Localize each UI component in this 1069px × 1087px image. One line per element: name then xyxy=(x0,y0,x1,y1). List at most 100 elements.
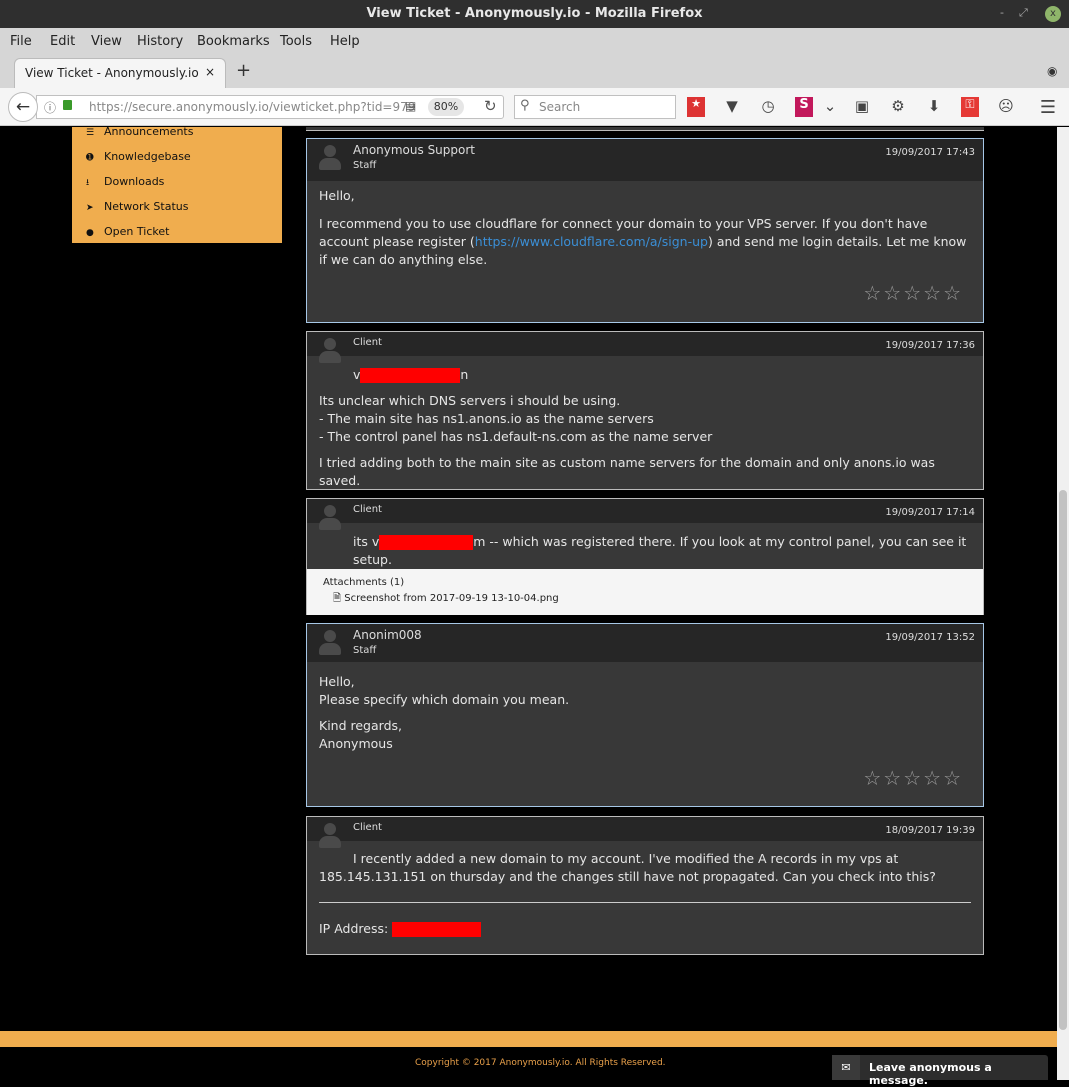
menu-view[interactable]: View xyxy=(91,34,122,49)
reply-text: Hello, xyxy=(319,188,355,203)
ticket-reply: Client 19/09/2017 17:36 v n Its unclear w… xyxy=(306,331,984,490)
sidebar-item-downloads[interactable]: ⭳ Downloads xyxy=(86,175,164,191)
sidebar-item-knowledgebase[interactable]: ➊ Knowledgebase xyxy=(86,150,191,163)
previous-card-edge xyxy=(306,127,984,131)
menu-history[interactable]: History xyxy=(137,34,183,49)
s-addon-icon[interactable]: S xyxy=(795,97,813,117)
close-tab-icon[interactable]: × xyxy=(205,65,215,79)
lock-icon xyxy=(63,100,72,110)
sidebar-item-open-ticket[interactable]: ● Open Ticket xyxy=(86,225,169,238)
gear-icon[interactable]: ⚙ xyxy=(889,97,907,117)
sidebar-label: Network Status xyxy=(104,200,189,213)
face-addon-icon[interactable]: ☹ xyxy=(997,97,1015,117)
reply-role: Staff xyxy=(353,645,377,656)
avatar xyxy=(319,145,341,171)
minimize-button[interactable]: - xyxy=(1000,6,1004,19)
avatar xyxy=(319,505,341,531)
redaction xyxy=(392,922,482,937)
back-button[interactable]: ← xyxy=(8,92,38,122)
sidebar-label: Downloads xyxy=(104,175,165,188)
footer-bar xyxy=(0,1031,1057,1047)
menu-bookmarks[interactable]: Bookmarks xyxy=(197,34,270,49)
menu-edit[interactable]: Edit xyxy=(50,34,75,49)
avatar xyxy=(319,338,341,364)
window-title: View Ticket - Anonymously.io - Mozilla F… xyxy=(0,0,1069,28)
zoom-level[interactable]: 80% xyxy=(428,98,464,116)
chevron-down-icon[interactable]: ⌄ xyxy=(821,97,839,117)
reply-text: Please specify which domain you mean. xyxy=(319,692,570,707)
search-icon: ⚲ xyxy=(520,98,530,113)
attachments-title: Attachments (1) xyxy=(323,577,405,588)
list-icon: ☰ xyxy=(86,128,95,138)
download-arrow-icon[interactable]: ⬇ xyxy=(925,97,943,117)
hamburger-menu-icon[interactable]: ☰ xyxy=(1039,97,1057,118)
addon-icon[interactable]: ★ xyxy=(687,97,705,117)
ticket-reply: Anonim008 Staff 19/09/2017 13:52 Hello, … xyxy=(306,623,984,807)
info-icon: ➊ xyxy=(86,153,94,163)
reply-text: I recently added a new domain to my acco… xyxy=(319,851,936,884)
reply-author: Anonim008 xyxy=(353,628,422,642)
menu-tools[interactable]: Tools xyxy=(280,34,312,49)
ticket-reply: Client 18/09/2017 19:39 I recently added… xyxy=(306,816,984,955)
reply-author: Client xyxy=(353,337,382,348)
attachment-filename: Screenshot from 2017-09-19 13-10-04.png xyxy=(344,593,559,604)
sidebar-item-network-status[interactable]: ➤ Network Status xyxy=(86,200,188,213)
reply-date: 19/09/2017 13:52 xyxy=(885,632,975,643)
redaction xyxy=(379,535,474,550)
reply-text: Its unclear which DNS servers i should b… xyxy=(319,393,621,408)
attachment-link[interactable]: 🗎 Screenshot from 2017-09-19 13-10-04.pn… xyxy=(333,591,559,608)
copyright: Copyright © 2017 Anonymously.io. All Rig… xyxy=(415,1058,666,1068)
menu-file[interactable]: File xyxy=(10,34,32,49)
ticket-reply: Anonymous Support Staff 19/09/2017 17:43… xyxy=(306,138,984,323)
text: its v xyxy=(353,534,380,549)
file-icon: 🗎 xyxy=(333,593,342,604)
tab-view-ticket[interactable]: View Ticket - Anonymously.io × xyxy=(14,58,226,88)
reply-author: Client xyxy=(353,822,382,833)
sidebar-label: Knowledgebase xyxy=(104,150,191,163)
rating-stars[interactable]: ☆☆☆☆☆ xyxy=(863,766,963,790)
reply-text: vn xyxy=(353,366,1003,384)
reply-text: I recommend you to use cloudflare for co… xyxy=(319,215,969,269)
tab-label: View Ticket - Anonymously.io xyxy=(25,66,199,80)
reply-date: 18/09/2017 19:39 xyxy=(885,825,975,836)
reply-text: Hello, xyxy=(319,674,355,689)
reply-author: Anonymous Support xyxy=(353,143,476,157)
close-window-button[interactable]: x xyxy=(1045,6,1061,22)
sidebar: ☰ Announcements ➊ Knowledgebase ⭳ Downloads… xyxy=(72,125,282,243)
reply-role: Staff xyxy=(353,160,377,171)
pocket-icon[interactable]: ▼ xyxy=(723,97,741,117)
private-mask-icon: ◉ xyxy=(1047,64,1058,78)
menu-help[interactable]: Help xyxy=(330,34,360,49)
leave-message-button[interactable]: ✉ Leave anonymous a message. xyxy=(832,1055,1048,1087)
scrollbar-thumb[interactable] xyxy=(1059,490,1067,1030)
envelope-icon: ✉ xyxy=(832,1055,860,1080)
info-icon[interactable]: ⓘ xyxy=(44,99,56,116)
screenshot-icon[interactable]: ▣ xyxy=(853,97,871,117)
ip-label: IP Address: xyxy=(319,921,389,936)
reply-text: - The control panel has ns1.default-ns.c… xyxy=(319,429,713,444)
reply-date: 19/09/2017 17:43 xyxy=(885,147,975,158)
sidebar-item-announcements[interactable]: ☰ Announcements xyxy=(86,125,193,138)
attachments: Attachments (1) 🗎 Screenshot from 2017-0… xyxy=(307,569,983,615)
reply-date: 19/09/2017 17:36 xyxy=(885,340,975,351)
new-tab-button[interactable]: + xyxy=(236,60,251,81)
reader-view-icon[interactable]: ▤ xyxy=(405,99,416,113)
avatar xyxy=(319,630,341,656)
sidebar-label: Announcements xyxy=(104,125,194,138)
download-icon: ⭳ xyxy=(86,178,90,188)
reload-icon[interactable]: ↻ xyxy=(484,97,497,115)
menu-bar: File Edit View History Bookmarks Tools H… xyxy=(0,28,1069,56)
search-input[interactable]: Search xyxy=(514,95,676,119)
cloudflare-link[interactable]: https://www.cloudflare.com/a/sign-up xyxy=(475,234,708,249)
reply-text: I tried adding both to the main site as … xyxy=(319,455,935,488)
reply-text: its vm -- which was registered there. If… xyxy=(353,533,1003,569)
history-clock-icon[interactable]: ◷ xyxy=(759,97,777,117)
sidebar-label: Open Ticket xyxy=(104,225,170,238)
maximize-button[interactable]: ⤢ xyxy=(1019,6,1028,20)
ip-address: IP Address: xyxy=(319,920,969,938)
text: v xyxy=(353,367,361,382)
divider xyxy=(319,902,971,903)
comments-icon: ● xyxy=(86,228,94,238)
rating-stars[interactable]: ☆☆☆☆☆ xyxy=(863,281,963,305)
lock-addon-icon[interactable]: ⚿ xyxy=(961,97,979,117)
